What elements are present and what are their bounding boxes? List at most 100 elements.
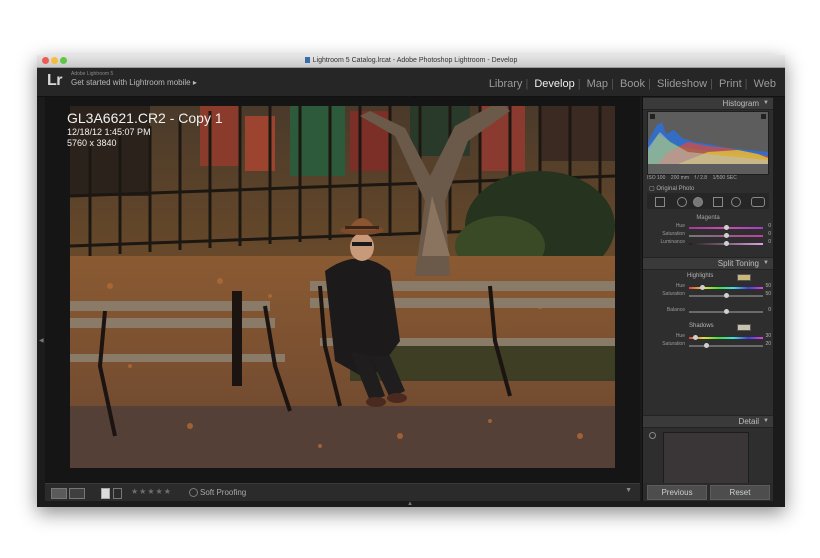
shadows-color-swatch[interactable] xyxy=(737,324,751,331)
soft-proofing-checkbox[interactable] xyxy=(189,488,198,497)
left-panel-collapsed[interactable]: ◀ xyxy=(37,97,45,483)
highlights-hue-slider[interactable]: Hue 50 xyxy=(643,283,773,291)
slider-value[interactable]: 0 xyxy=(768,223,771,229)
histogram-graph xyxy=(648,114,768,164)
hsl-saturation-slider[interactable]: Saturation 0 xyxy=(643,231,773,239)
slider-knob[interactable] xyxy=(724,293,729,298)
shutter-speed-value: 1/500 SEC xyxy=(712,175,737,181)
slider-track[interactable] xyxy=(689,337,763,339)
histogram-header[interactable]: Histogram ▼ xyxy=(643,97,773,110)
module-map[interactable]: Map xyxy=(584,78,611,90)
slider-value[interactable]: 0 xyxy=(768,307,771,313)
soft-proofing-label: Soft Proofing xyxy=(200,488,247,497)
module-book[interactable]: Book xyxy=(617,78,648,90)
split-toning-header[interactable]: Split Toning ▼ xyxy=(643,257,773,270)
red-eye-tool-icon[interactable] xyxy=(693,197,703,207)
slider-track[interactable] xyxy=(689,345,763,347)
slider-label: Hue xyxy=(675,333,685,339)
right-panel: Histogram ▼ ISO 100 200 mm f / 2.8 1/500… xyxy=(642,97,773,483)
reset-button[interactable]: Reset xyxy=(710,485,770,500)
panel-bottom-buttons: Previous Reset xyxy=(642,483,773,501)
hsl-luminance-slider[interactable]: Luminance 0 xyxy=(643,239,773,247)
detail-title: Detail xyxy=(738,417,759,426)
slider-value[interactable]: 50 xyxy=(765,291,771,297)
hsl-color-label: Magenta xyxy=(696,215,720,221)
photo-info-overlay: GL3A6621.CR2 - Copy 1 12/18/12 1:45:07 P… xyxy=(67,110,223,148)
crop-tool-icon[interactable] xyxy=(655,197,665,207)
radial-filter-tool-icon[interactable] xyxy=(731,197,741,207)
slider-label: Hue xyxy=(675,223,685,229)
spot-removal-tool-icon[interactable] xyxy=(677,197,687,207)
original-photo-checkbox[interactable]: ▢ Original Photo xyxy=(649,185,694,192)
adjustment-brush-tool-icon[interactable] xyxy=(751,197,765,207)
module-library[interactable]: Library xyxy=(486,78,526,90)
module-slideshow[interactable]: Slideshow xyxy=(654,78,710,90)
slider-value[interactable]: 30 xyxy=(765,333,771,339)
slider-knob[interactable] xyxy=(704,343,709,348)
module-separator: | xyxy=(611,78,614,90)
collapse-triangle-icon: ▼ xyxy=(763,100,769,106)
module-web[interactable]: Web xyxy=(751,78,779,90)
image-canvas[interactable]: GL3A6621.CR2 - Copy 1 12/18/12 1:45:07 P… xyxy=(45,97,640,483)
highlights-saturation-slider[interactable]: Saturation 50 xyxy=(643,291,773,299)
module-separator: | xyxy=(525,78,529,90)
title-bar[interactable]: Lightroom 5 Catalog.lrcat - Adobe Photos… xyxy=(37,55,785,68)
histogram[interactable] xyxy=(647,111,769,175)
mobile-prompt[interactable]: Get started with Lightroom mobile ▸ xyxy=(71,78,197,87)
left-panel-toggle-icon[interactable]: ◀ xyxy=(39,337,44,344)
star-rating[interactable]: ★★★★★ xyxy=(131,487,172,496)
slider-label: Saturation xyxy=(662,291,685,297)
toolbar-menu-dropdown-icon[interactable]: ▼ xyxy=(625,487,632,494)
shadows-saturation-slider[interactable]: Saturation 20 xyxy=(643,341,773,349)
aperture-value: f / 2.8 xyxy=(694,175,708,181)
shadow-clipping-indicator-icon[interactable] xyxy=(650,114,655,119)
window-title-text: Lightroom 5 Catalog.lrcat - Adobe Photos… xyxy=(312,57,518,64)
highlights-color-swatch[interactable] xyxy=(737,274,751,281)
right-panel-edge[interactable] xyxy=(774,97,785,501)
loupe-view-button[interactable] xyxy=(51,488,67,499)
tool-strip xyxy=(647,193,769,209)
slider-value[interactable]: 0 xyxy=(768,231,771,237)
play-arrow-icon: ▸ xyxy=(192,78,197,87)
flag-icon[interactable] xyxy=(101,488,110,499)
mobile-prompt-text: Get started with Lightroom mobile xyxy=(71,78,191,87)
slider-value[interactable]: 0 xyxy=(768,239,771,245)
module-separator: | xyxy=(577,78,581,90)
slider-knob[interactable] xyxy=(724,233,729,238)
histogram-exif: ISO 100 200 mm f / 2.8 1/500 SEC xyxy=(647,175,767,181)
slider-knob[interactable] xyxy=(693,335,698,340)
photo-datetime: 12/18/12 1:45:07 PM xyxy=(67,127,151,137)
balance-slider[interactable]: Balance 0 xyxy=(643,307,773,315)
window-title: Lightroom 5 Catalog.lrcat - Adobe Photos… xyxy=(37,55,785,67)
module-separator: | xyxy=(710,78,713,90)
identity-text[interactable]: Adobe Lightroom 5 Get started with Light… xyxy=(71,71,197,87)
photo-preview[interactable] xyxy=(70,106,615,468)
detail-target-icon[interactable] xyxy=(649,432,656,439)
slider-knob[interactable] xyxy=(724,309,729,314)
collapse-triangle-icon: ▼ xyxy=(763,260,769,266)
detail-zoom-preview[interactable] xyxy=(663,432,749,483)
slider-value[interactable]: 20 xyxy=(765,341,771,347)
shadows-hue-slider[interactable]: Hue 30 xyxy=(643,333,773,341)
previous-button[interactable]: Previous xyxy=(647,485,707,500)
slider-label: Balance xyxy=(666,307,685,313)
slider-knob[interactable] xyxy=(724,241,729,246)
slider-label: Saturation xyxy=(662,231,685,237)
hsl-hue-slider[interactable]: Hue 0 xyxy=(643,223,773,231)
split-toning-title: Split Toning xyxy=(717,259,759,268)
park-bench-photo xyxy=(70,106,615,468)
reject-flag-icon[interactable] xyxy=(113,488,122,499)
detail-header[interactable]: Detail ▼ xyxy=(643,415,773,428)
module-print[interactable]: Print xyxy=(716,78,745,90)
filmstrip-toggle-icon[interactable]: ▲ xyxy=(407,501,413,507)
slider-knob[interactable] xyxy=(724,225,729,230)
module-develop[interactable]: Develop xyxy=(531,78,577,90)
slider-value[interactable]: 50 xyxy=(765,283,771,289)
graduated-filter-tool-icon[interactable] xyxy=(713,197,723,207)
lightroom-logo: Lr xyxy=(47,72,63,89)
before-after-button[interactable] xyxy=(69,488,85,499)
slider-knob[interactable] xyxy=(700,285,705,290)
module-separator: | xyxy=(744,78,748,90)
lightroom-window: Lightroom 5 Catalog.lrcat - Adobe Photos… xyxy=(37,55,785,507)
highlight-clipping-indicator-icon[interactable] xyxy=(761,114,766,119)
